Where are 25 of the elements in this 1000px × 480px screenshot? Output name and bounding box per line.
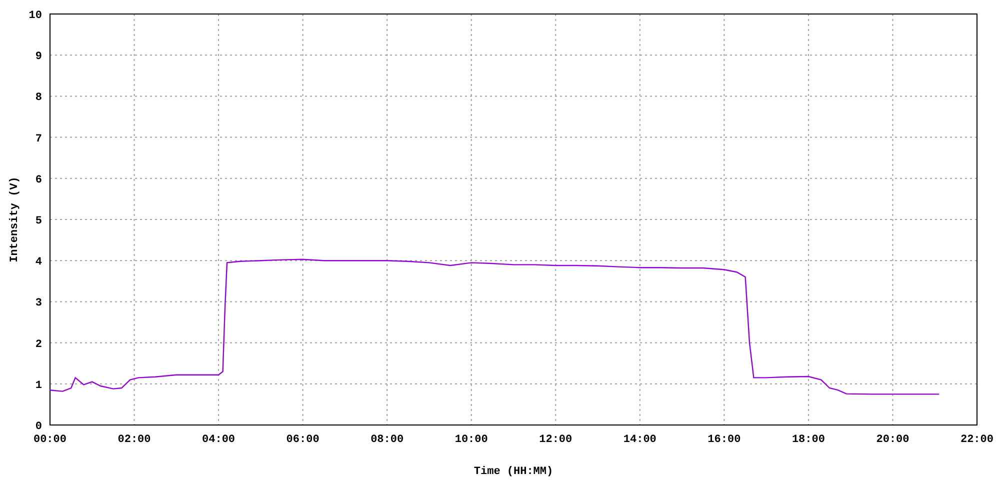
- y-tick-label: 0: [35, 421, 42, 433]
- y-tick-label: 4: [35, 256, 42, 269]
- y-axis-title: Intensity (V): [9, 176, 21, 262]
- x-axis-title: Time (HH:MM): [474, 466, 554, 478]
- x-tick-label: 14:00: [623, 434, 656, 446]
- x-tick-label: 10:00: [454, 434, 488, 446]
- y-tick-label: 7: [35, 133, 42, 146]
- x-tick-label: 22:00: [960, 434, 994, 446]
- x-tick-label: 08:00: [370, 434, 404, 446]
- x-tick-label: 02:00: [118, 434, 151, 446]
- x-tick-label: 00:00: [34, 434, 66, 446]
- y-tick-label: 10: [28, 10, 42, 22]
- y-tick-label: 3: [35, 298, 42, 310]
- y-tick-label: 2: [35, 338, 42, 351]
- y-tick-label: 9: [35, 51, 42, 64]
- y-tick-label: 1: [35, 380, 42, 392]
- x-tick-label: 18:00: [792, 434, 825, 446]
- x-tick-label: 16:00: [708, 434, 741, 446]
- x-tick-label: 12:00: [539, 434, 572, 446]
- y-tick-label: 5: [35, 216, 42, 228]
- x-tick-label: 06:00: [286, 434, 320, 446]
- y-tick-label: 6: [35, 174, 42, 186]
- y-tick-label: 8: [35, 92, 42, 104]
- x-tick-label: 04:00: [202, 434, 236, 446]
- x-tick-label: 20:00: [876, 434, 910, 446]
